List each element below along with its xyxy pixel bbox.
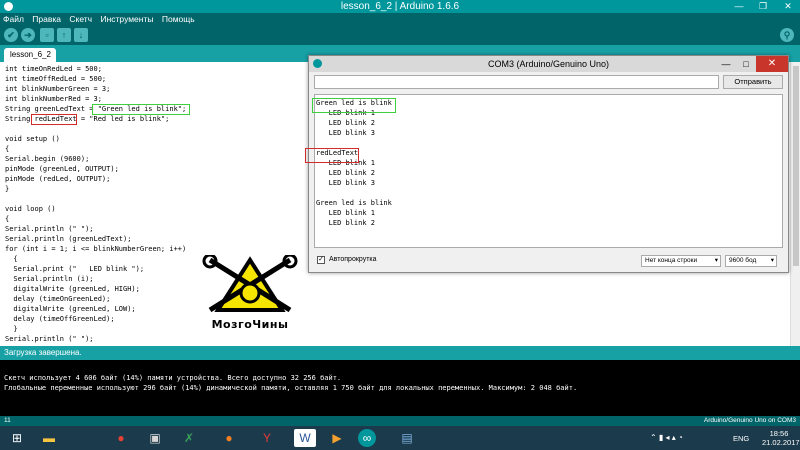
- serial-minimize-button[interactable]: —: [716, 56, 736, 72]
- editor-scrollbar[interactable]: [790, 62, 800, 346]
- code-line: delay (timeOnGreenLed);: [5, 295, 111, 303]
- taskbar: ⊞ ▬ ● ▣ ✗ ● Y W ▶ ∞ ▤ ⌃ ▮ ◂ ▴ ◔ ENG 18:5…: [0, 426, 800, 450]
- folder-icon[interactable]: ▬: [38, 429, 60, 447]
- verify-icon[interactable]: ✔: [4, 28, 18, 42]
- close-button[interactable]: ✕: [776, 0, 800, 13]
- bottom-status-bar: 11 Arduino/Genuino Uno on COM3: [0, 416, 800, 426]
- chrome-icon[interactable]: ●: [110, 429, 132, 447]
- word-icon[interactable]: W: [294, 429, 316, 447]
- code-line: Serial.println (i);: [5, 275, 94, 283]
- serial-input[interactable]: [314, 75, 719, 89]
- clock-date: 21.02.2017: [762, 438, 800, 447]
- tray-icons: ⌃ ▮ ◂ ▴ ◔: [650, 433, 683, 442]
- maximize-button[interactable]: ❐: [752, 0, 774, 13]
- menu-sketch[interactable]: Скетч: [69, 14, 92, 24]
- mozgochiny-logo: МозгоЧины: [200, 253, 300, 331]
- serial-output-line: Green led is blink: [316, 199, 392, 207]
- line-ending-value: Нет конца строки: [645, 257, 698, 264]
- title-bar: lesson_6_2 | Arduino 1.6.6 — ❐ ✕: [0, 0, 800, 13]
- console-line: Скетч использует 4 606 байт (14%) памяти…: [4, 374, 342, 382]
- autoscroll-label: Автопрокрутка: [329, 256, 377, 263]
- tab-lesson-6-2[interactable]: lesson_6_2: [4, 48, 56, 62]
- serial-output-line: LED blink 2: [316, 169, 376, 177]
- new-icon[interactable]: ▫: [40, 28, 54, 42]
- media-icon[interactable]: ▶: [326, 429, 348, 447]
- logo-graphic-icon: [202, 253, 298, 313]
- serial-output-line: LED blink 3: [316, 179, 376, 187]
- board-port: Arduino/Genuino Uno on COM3: [703, 417, 796, 424]
- line-number: 11: [4, 417, 11, 424]
- menu-bar: Файл Правка Скетч Инструменты Помощь: [0, 13, 800, 25]
- firefox-icon[interactable]: ●: [218, 429, 240, 447]
- language-indicator[interactable]: ENG: [733, 434, 749, 443]
- serial-output-line: [316, 138, 782, 148]
- code-line: digitalWrite (greenLed, HIGH);: [5, 285, 140, 293]
- baud-value: 9600 бод: [729, 257, 757, 264]
- yandex-icon[interactable]: Y: [256, 429, 278, 447]
- chevron-down-icon: ▾: [770, 257, 774, 264]
- serial-output-line: redLedText: [316, 149, 359, 157]
- serial-output-line: LED blink 1: [316, 159, 376, 167]
- window-title: lesson_6_2 | Arduino 1.6.6: [340, 1, 460, 12]
- serial-app-icon: [313, 59, 322, 68]
- menu-tools[interactable]: Инструменты: [100, 14, 153, 24]
- open-icon[interactable]: ↑: [57, 28, 71, 42]
- serial-monitor-icon[interactable]: ⚲: [780, 28, 794, 42]
- menu-help[interactable]: Помощь: [162, 14, 195, 24]
- code-line: Serial.println (" ");: [5, 335, 94, 343]
- send-button[interactable]: Отправить: [723, 75, 783, 89]
- serial-maximize-button[interactable]: □: [736, 56, 756, 72]
- minimize-button[interactable]: —: [728, 0, 750, 13]
- green-highlight-box: [92, 104, 190, 115]
- windows-icon[interactable]: ⊞: [6, 429, 28, 447]
- serial-output-line: LED blink 2: [316, 219, 376, 227]
- serial-monitor-window: COM3 (Arduino/Genuino Uno) — □ ✕ Отправи…: [308, 55, 789, 273]
- clock-time: 18:56: [769, 429, 789, 438]
- serial-close-button[interactable]: ✕: [756, 56, 788, 72]
- serial-footer: ✓ Автопрокрутка Нет конца строки ▾ 9600 б…: [309, 252, 788, 272]
- save-icon[interactable]: ↓: [74, 28, 88, 42]
- console-output: Скетч использует 4 606 байт (14%) памяти…: [0, 360, 800, 416]
- line-ending-select[interactable]: Нет конца строки ▾: [641, 255, 721, 267]
- excel-icon[interactable]: ✗: [178, 429, 200, 447]
- baud-select[interactable]: 9600 бод ▾: [725, 255, 777, 267]
- code-line: }: [5, 325, 18, 333]
- serial-red-highlight-box: [305, 148, 359, 163]
- logo-text: МозгоЧины: [211, 318, 289, 331]
- clock[interactable]: 18:56 21.02.2017: [762, 429, 800, 447]
- autoscroll-checkbox[interactable]: ✓: [317, 256, 325, 264]
- serial-output-line: [316, 188, 782, 198]
- console-line: Глобальные переменные используют 296 бай…: [4, 384, 578, 392]
- status-bar: Загрузка завершена.: [0, 346, 800, 360]
- tool-icon[interactable]: ▤: [396, 429, 418, 447]
- toolbar: ✔ ➔ ▫ ↑ ↓ ⚲: [0, 25, 800, 45]
- menu-file[interactable]: Файл: [3, 14, 24, 24]
- chevron-down-icon: ▾: [714, 257, 718, 264]
- serial-output-line: LED blink 1: [316, 209, 376, 217]
- scrollbar-thumb[interactable]: [793, 66, 799, 266]
- red-highlight-box: [31, 114, 77, 125]
- code-line: digitalWrite (greenLed, LOW);: [5, 305, 136, 313]
- upload-icon[interactable]: ➔: [21, 28, 35, 42]
- serial-output-line: LED blink 3: [316, 129, 376, 137]
- serial-green-highlight-box: [312, 98, 396, 113]
- code-line: delay (timeOffGreenLed);: [5, 315, 115, 323]
- menu-edit[interactable]: Правка: [32, 14, 61, 24]
- serial-output: Green led is blink LED blink 1 LED blink…: [314, 94, 783, 248]
- serial-output-line: LED blink 2: [316, 119, 376, 127]
- save-icon[interactable]: ▣: [144, 429, 166, 447]
- arduino-icon[interactable]: ∞: [358, 429, 376, 447]
